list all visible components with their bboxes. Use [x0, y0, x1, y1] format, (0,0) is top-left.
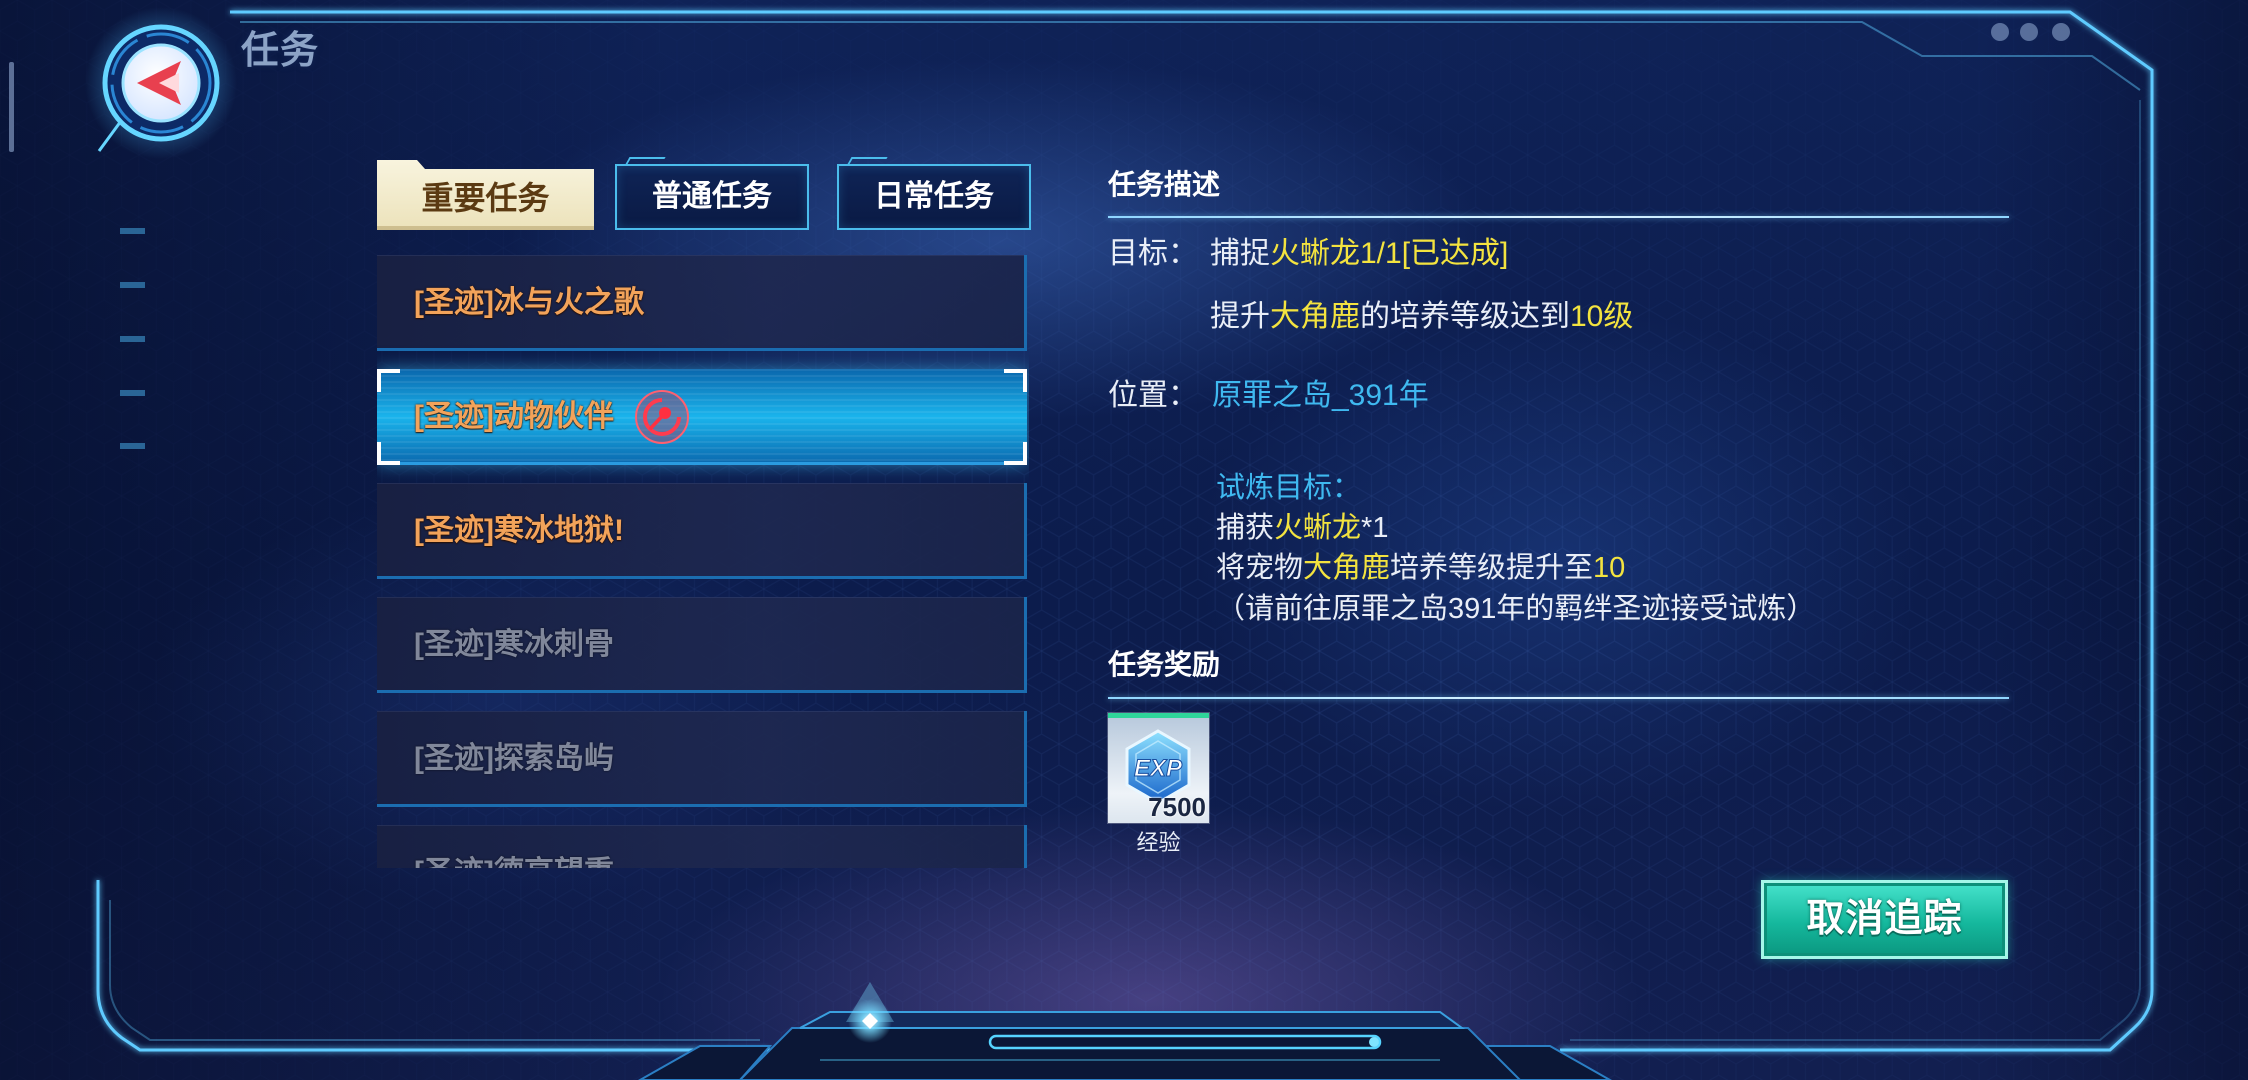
trial-text: 捕获: [1216, 512, 1275, 544]
quest-item[interactable]: [圣迹]冰与火之歌: [377, 255, 1027, 351]
track-icon[interactable]: [634, 389, 690, 445]
goal-target: 大角鹿: [1270, 300, 1360, 333]
trial-title: 试炼目标：: [1216, 472, 1362, 504]
trial-hint: （请前往原罪之岛391年的羁绊圣迹接受试炼）: [1216, 589, 1815, 629]
trial-text: *1: [1361, 512, 1389, 544]
trial-text: 将宠物: [1216, 552, 1304, 584]
trial-target: 10: [1593, 552, 1626, 584]
tab-important[interactable]: 重要任务: [377, 160, 594, 230]
side-dash: [120, 228, 145, 234]
trial-text: 培养等级提升至: [1390, 552, 1594, 584]
goal-text: 提升: [1210, 300, 1270, 333]
back-button[interactable]: [81, 3, 241, 163]
trial-text: （请前往原罪之岛391年的羁绊圣迹接受试炼）: [1216, 593, 1816, 625]
quest-name: [圣迹]动物伙伴: [414, 400, 614, 433]
quest-list[interactable]: [圣迹]冰与火之歌 [圣迹]动物伙伴 [圣迹]寒冰地狱! [圣迹]寒冰刺骨 [圣…: [377, 255, 1029, 868]
quest-item[interactable]: [圣迹]德高望重: [377, 825, 1027, 868]
selection-corner: [1004, 369, 1027, 392]
location-link[interactable]: 原罪之岛_391年: [1212, 376, 1429, 416]
side-dash: [120, 443, 145, 449]
quest-name: [圣迹]寒冰刺骨: [414, 628, 614, 661]
reward-item[interactable]: EXP 7500: [1108, 713, 1209, 823]
quest-item-selected[interactable]: [圣迹]动物伙伴: [377, 369, 1027, 465]
quest-name: [圣迹]寒冰地狱!: [414, 514, 624, 547]
goal-label: 目标：: [1108, 237, 1198, 270]
tab-normal[interactable]: 普通任务: [615, 164, 809, 230]
divider: [1108, 697, 2009, 699]
goal-text: 的培养等级达到: [1360, 300, 1570, 333]
side-dash: [120, 282, 145, 288]
goal-target: 火蜥龙1/1[已达成]: [1270, 237, 1509, 270]
quest-item[interactable]: [圣迹]探索岛屿: [377, 711, 1027, 807]
cancel-tracking-button[interactable]: 取消追踪: [1761, 880, 2008, 959]
tab-daily[interactable]: 日常任务: [837, 164, 1031, 230]
page-title: 任务: [241, 30, 320, 72]
trial-line: 捕获火蜥龙*1: [1216, 508, 1388, 548]
divider: [1108, 216, 2009, 218]
reward-title: 任务奖励: [1108, 649, 1221, 680]
side-handle: [9, 62, 14, 152]
quest-name: [圣迹]德高望重: [414, 825, 614, 868]
reward-amount: 7500: [1148, 792, 1206, 822]
quest-name: [圣迹]冰与火之歌: [414, 286, 644, 319]
selection-corner: [377, 442, 400, 465]
goal-text: 捕捉: [1210, 237, 1270, 270]
selection-corner: [377, 369, 400, 392]
selection-corner: [1004, 442, 1027, 465]
quest-name: [圣迹]探索岛屿: [414, 742, 614, 775]
trial-line: 将宠物大角鹿培养等级提升至10: [1216, 548, 1625, 588]
trial-target: 大角鹿: [1303, 552, 1391, 584]
location-label: 位置：: [1108, 379, 1198, 412]
quest-item[interactable]: [圣迹]寒冰地狱!: [377, 483, 1027, 579]
side-dash: [120, 390, 145, 396]
description-title: 任务描述: [1108, 169, 1221, 200]
quest-item[interactable]: [圣迹]寒冰刺骨: [377, 597, 1027, 693]
exp-icon-label: EXP: [1134, 755, 1183, 782]
side-dash: [120, 336, 145, 342]
trial-target: 火蜥龙: [1274, 512, 1362, 544]
goal-target: 10级: [1570, 300, 1634, 333]
goal-line: 提升大角鹿的培养等级达到10级: [1210, 297, 1633, 337]
goal-line: 捕捉火蜥龙1/1[已达成]: [1210, 234, 1508, 274]
reward-label: 经验: [1136, 830, 1181, 855]
